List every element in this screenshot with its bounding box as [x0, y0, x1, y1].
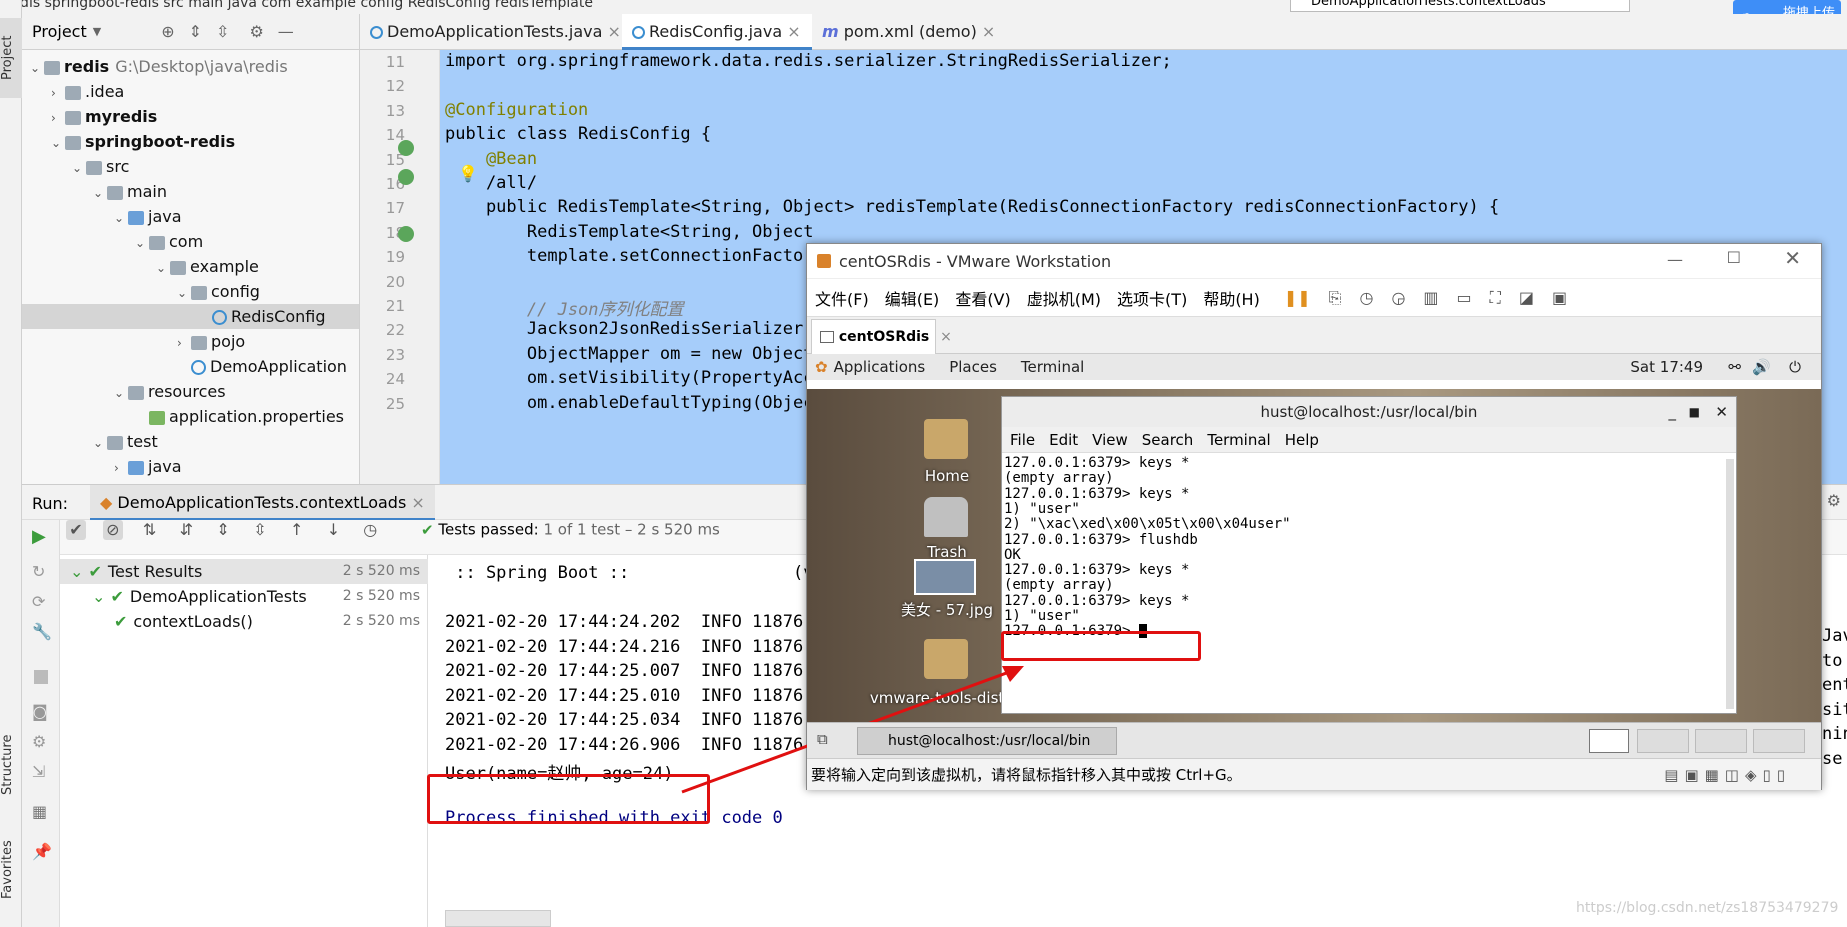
workspace-3[interactable] [1695, 729, 1747, 753]
vm-status-bar: 要将输入定向到该虚拟机，请将鼠标指针移入其中或按 Ctrl+G。 ▤▣▦◫◈▯▯ [807, 758, 1821, 790]
vm-taskbar: ⧉ hust@localhost:/usr/local/bin [807, 722, 1821, 758]
watermark: https://blog.csdn.net/zs18753479279 [1576, 900, 1839, 916]
show-desktop-icon[interactable]: ⧉ [817, 730, 828, 748]
taskbar-terminal-item[interactable]: hust@localhost:/usr/local/bin [857, 727, 1117, 755]
workspace-2[interactable] [1637, 729, 1689, 753]
workspace-1[interactable] [1589, 729, 1629, 753]
workspace-4[interactable] [1753, 729, 1805, 753]
vm-status-text: 要将输入定向到该虚拟机，请将鼠标指针移入其中或按 Ctrl+G。 [811, 766, 1242, 784]
device-icons[interactable]: ▤▣▦◫◈▯▯ [1664, 759, 1791, 791]
